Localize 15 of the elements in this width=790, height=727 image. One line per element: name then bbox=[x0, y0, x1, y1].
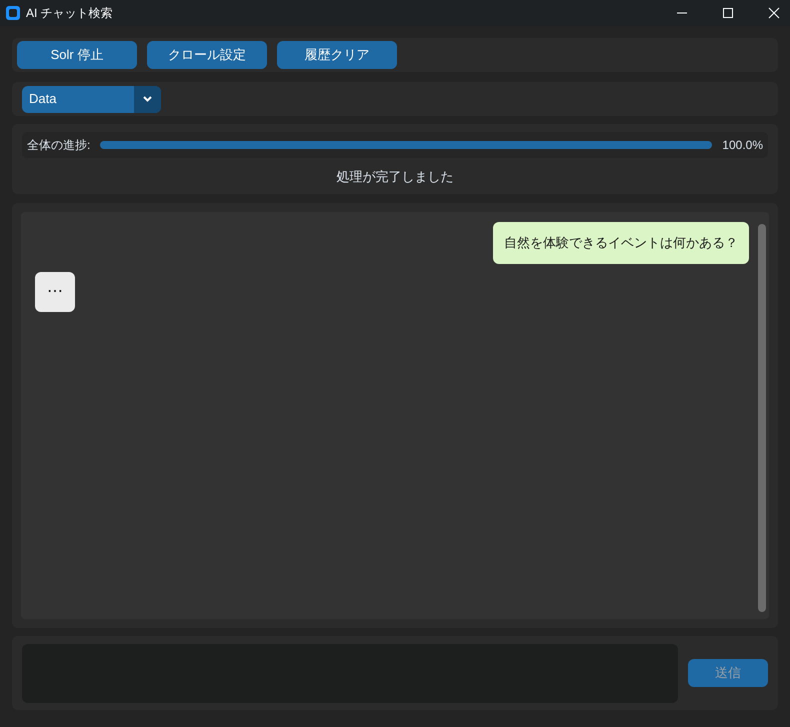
close-icon[interactable] bbox=[768, 7, 780, 19]
typing-indicator: ⋯ bbox=[35, 272, 75, 312]
toolbar-button[interactable]: 履歴クリア bbox=[277, 41, 397, 69]
app-icon bbox=[6, 6, 20, 20]
user-message-bubble: 自然を体験できるイベントは何かある？ bbox=[493, 222, 749, 264]
collection-dropdown[interactable]: Data bbox=[22, 86, 161, 112]
maximize-icon[interactable] bbox=[722, 7, 734, 19]
scrollbar[interactable] bbox=[758, 224, 766, 612]
window-title: AI チャット検索 bbox=[26, 5, 113, 22]
toolbar-button[interactable]: クロール設定 bbox=[147, 41, 267, 69]
toolbar-button[interactable]: Solr 停止 bbox=[17, 41, 137, 69]
progress-reading: 100.0% bbox=[722, 137, 763, 154]
status-text: 処理が完了しました bbox=[336, 169, 454, 184]
chevron-down-icon bbox=[143, 96, 152, 102]
progress-label: 全体の進捗: bbox=[27, 137, 90, 154]
